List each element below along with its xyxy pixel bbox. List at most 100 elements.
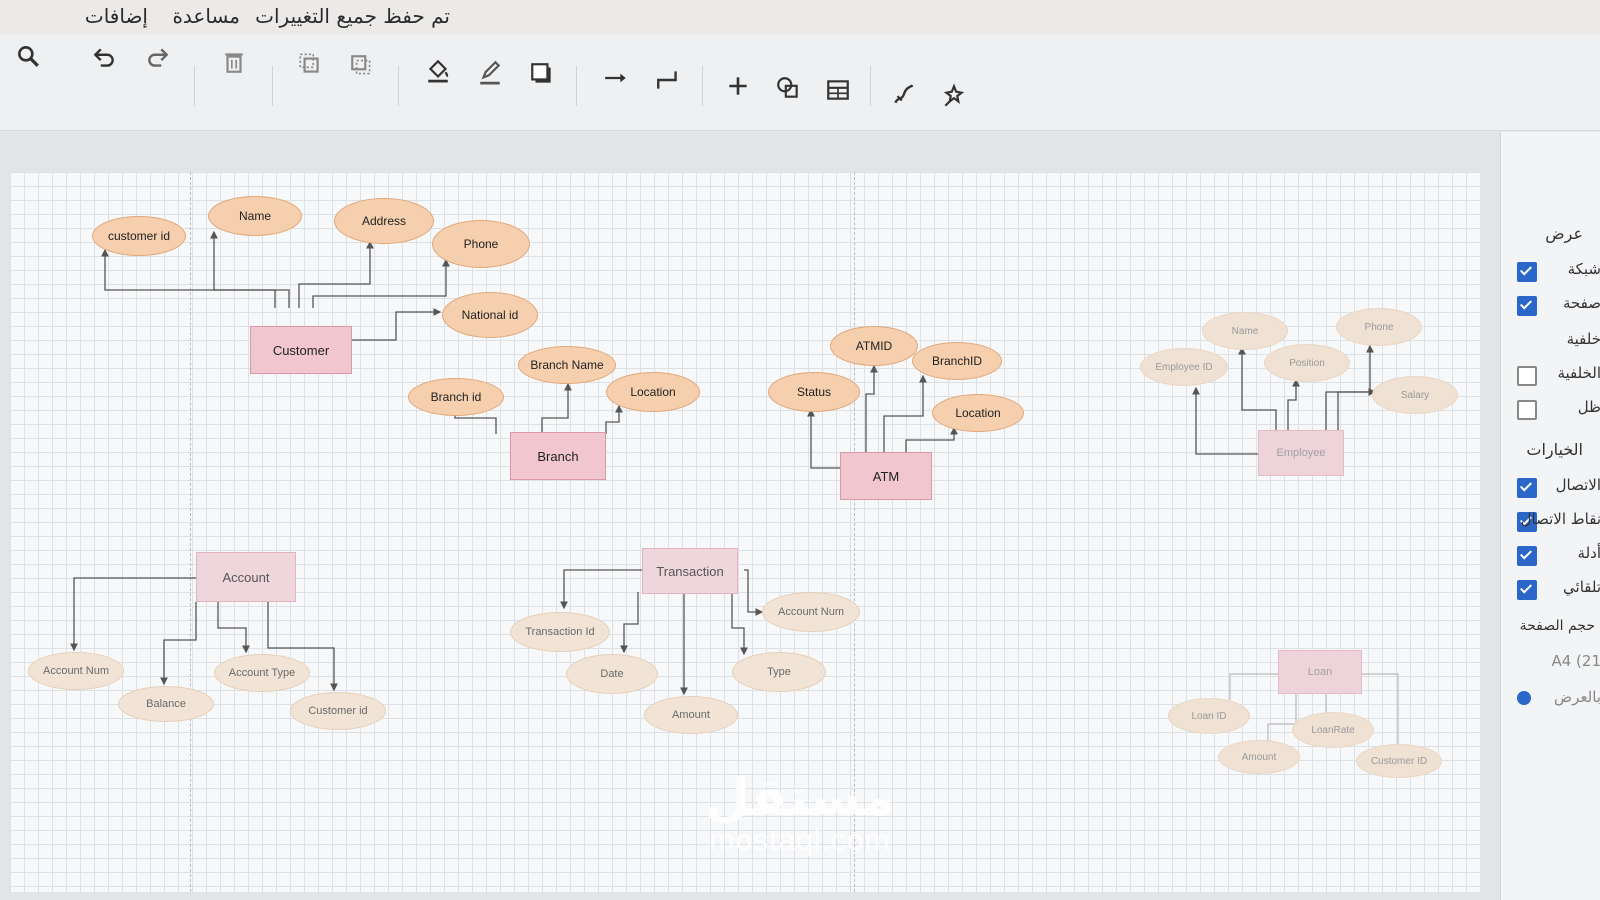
atm-status-attribute[interactable]: Status [768,372,860,412]
to-front-icon[interactable] [292,46,328,82]
account-customer-id-attribute[interactable]: Customer id [290,692,386,730]
delete-icon[interactable] [216,44,252,80]
view-heading: عرض [1545,224,1583,243]
undo-icon[interactable] [86,40,122,76]
toolbar-separator [398,66,399,106]
transaction-type-attribute[interactable]: Type [732,652,826,692]
connector [312,258,450,308]
background-option[interactable]: خلفية [1511,330,1600,354]
background-label: خلفية [1566,330,1600,348]
auto-option[interactable]: تلقائي [1511,578,1600,602]
branch-location-attribute[interactable]: Location [606,372,700,412]
landscape-radio[interactable] [1517,691,1531,705]
page-view-checkbox[interactable] [1517,296,1537,316]
loan-amount-attribute[interactable]: Amount [1218,740,1300,774]
connector [807,408,842,469]
connection-points-label: نقاط الاتصال [1520,510,1600,528]
employee-position-attribute[interactable]: Position [1264,344,1350,382]
shapes-icon[interactable] [770,70,806,106]
branch-name-attribute[interactable]: Branch Name [518,346,616,384]
fill-color-icon[interactable] [420,52,456,88]
customer-address-attribute[interactable]: Address [334,198,434,244]
connector [620,592,639,654]
insert-plus-icon[interactable] [720,68,756,104]
connector [744,569,764,616]
waypoints-icon[interactable] [650,62,686,98]
loan-customer-id-attribute[interactable]: Customer ID [1356,744,1442,778]
customer-national-id-attribute[interactable]: National id [442,292,538,338]
grid-checkbox[interactable] [1517,262,1537,282]
connection-arrows-checkbox[interactable] [1517,478,1537,498]
toolbar-separator [272,66,273,106]
account-num-attribute[interactable]: Account Num [28,652,124,690]
connector [1229,673,1278,700]
transaction-id-attribute[interactable]: Transaction Id [510,612,610,652]
connector [1287,378,1300,434]
atm-branch-id-attribute[interactable]: BranchID [912,342,1002,380]
atm-id-attribute[interactable]: ATMID [830,326,918,366]
auto-checkbox[interactable] [1517,580,1537,600]
customer-entity[interactable]: Customer [250,326,352,374]
menu-extras[interactable]: إضافات [85,4,148,28]
transaction-date-attribute[interactable]: Date [566,654,658,694]
employee-name-attribute[interactable]: Name [1202,312,1288,350]
loan-entity[interactable]: Loan [1278,650,1362,694]
landscape-option[interactable]: بالعرض [1511,688,1600,712]
transaction-amount-attribute[interactable]: Amount [644,696,738,734]
shadow-checkbox[interactable] [1517,400,1537,420]
branch-entity[interactable]: Branch [510,432,606,480]
employee-salary-attribute[interactable]: Salary [1372,376,1458,414]
account-entity[interactable]: Account [196,552,296,602]
paper-size-select[interactable]: A4 (21 [1511,652,1600,676]
customer-id-attribute[interactable]: customer id [92,216,186,256]
atm-entity[interactable]: ATM [840,452,932,500]
loan-id-attribute[interactable]: Loan ID [1168,698,1250,734]
connector [217,602,250,654]
landscape-label: بالعرض [1554,688,1600,706]
diagram-page[interactable]: Customer customer id Name Address Phone … [10,172,1480,892]
paper-size-value: A4 (21 [1551,652,1600,670]
connection-arrows-option[interactable]: الاتصال [1511,476,1600,500]
to-back-icon[interactable] [344,48,380,84]
freehand-icon[interactable] [886,76,922,112]
background-image-option[interactable]: الخلفية [1511,364,1600,388]
page-break [854,172,855,892]
loan-rate-attribute[interactable]: LoanRate [1292,712,1374,748]
connector [160,602,197,686]
account-type-attribute[interactable]: Account Type [214,654,310,692]
connector [70,577,196,652]
connection-arrows-label: الاتصال [1555,476,1600,494]
menu-bar: إضافات مساعدة تم حفظ جميع التغييرات [0,0,1600,34]
transaction-entity[interactable]: Transaction [642,548,738,594]
atm-location-attribute[interactable]: Location [932,394,1024,432]
grid-option[interactable]: شبكة [1511,260,1600,284]
magic-icon[interactable] [936,78,972,114]
employee-phone-attribute[interactable]: Phone [1336,308,1422,346]
connection-points-option[interactable]: نقاط الاتصال [1511,510,1600,534]
employee-entity[interactable]: Employee [1258,430,1344,476]
page-view-option[interactable]: صفحة [1511,294,1600,318]
shadow-icon[interactable] [524,56,560,92]
guides-option[interactable]: أدلة [1511,544,1600,568]
connection-arrow-icon[interactable] [598,60,634,96]
redo-icon[interactable] [140,40,176,76]
employee-id-attribute[interactable]: Employee ID [1140,348,1228,386]
connector [1337,388,1377,434]
account-balance-attribute[interactable]: Balance [118,686,214,722]
transaction-account-num-attribute[interactable]: Account Num [762,592,860,632]
background-image-checkbox[interactable] [1517,366,1537,386]
customer-name-attribute[interactable]: Name [208,196,302,236]
table-icon[interactable] [820,72,856,108]
connector [865,364,878,454]
customer-phone-attribute[interactable]: Phone [432,220,530,268]
zoom-icon[interactable] [10,38,46,74]
branch-id-attribute[interactable]: Branch id [408,378,504,416]
diagram-canvas-area: Customer customer id Name Address Phone … [0,132,1500,900]
auto-label: تلقائي [1563,578,1600,596]
options-heading: الخيارات [1526,440,1583,459]
shadow-option[interactable]: ظل [1511,398,1600,422]
menu-help[interactable]: مساعدة [172,4,240,28]
guides-checkbox[interactable] [1517,546,1537,566]
line-color-icon[interactable] [472,54,508,90]
format-panel: عرض شبكة صفحة خلفية الخلفية ظل الخيارات … [1500,132,1600,900]
